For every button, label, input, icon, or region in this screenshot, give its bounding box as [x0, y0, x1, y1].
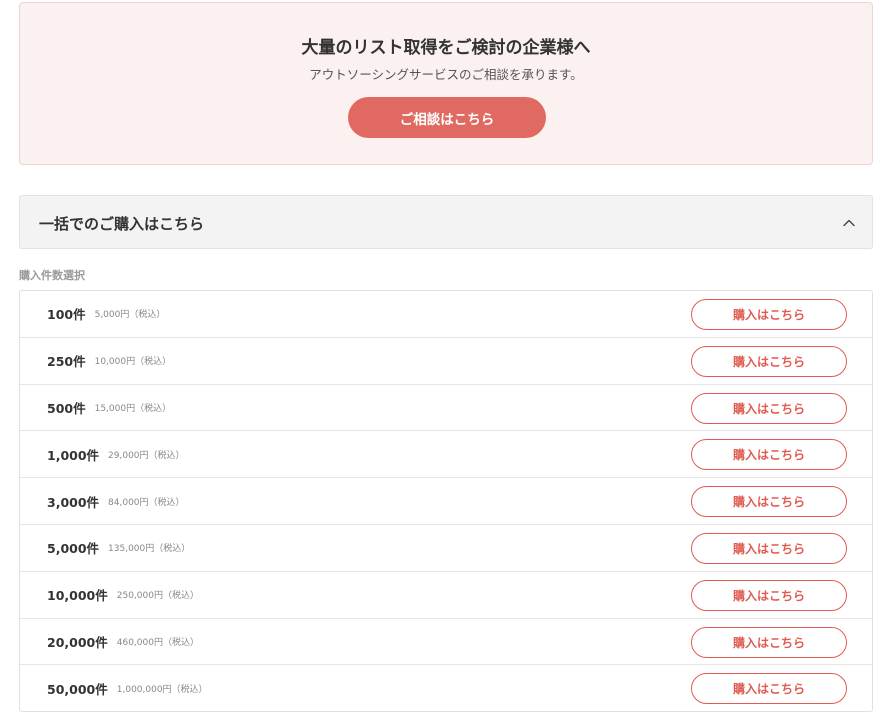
plan-row: 5,000件 135,000円（税込） 購入はこちら — [20, 525, 872, 572]
plan-row: 50,000件 1,000,000円（税込） 購入はこちら — [20, 665, 872, 712]
plan-price: 29,000円（税込） — [108, 450, 185, 461]
buy-button[interactable]: 購入はこちら — [691, 392, 847, 424]
plan-quantity: 250件 — [47, 354, 86, 370]
buy-button[interactable]: 購入はこちら — [691, 532, 847, 564]
plan-price: 84,000円（税込） — [108, 497, 185, 508]
plan-quantity: 500件 — [47, 400, 86, 416]
plan-row: 20,000件 460,000円（税込） 購入はこちら — [20, 619, 872, 666]
buy-button[interactable]: 購入はこちら — [691, 439, 847, 471]
consultation-button[interactable]: ご相談はこちら — [348, 97, 546, 138]
plan-quantity: 20,000件 — [47, 634, 108, 650]
plan-row: 3,000件 84,000円（税込） 購入はこちら — [20, 478, 872, 525]
buy-button[interactable]: 購入はこちら — [691, 626, 847, 658]
buy-button[interactable]: 購入はこちら — [691, 299, 847, 330]
plan-price: 10,000円（税込） — [94, 357, 172, 368]
plan-price: 1,000,000円（税込） — [116, 685, 208, 696]
consultation-subtitle: アウトソーシングサービスのご相談を承ります。 — [309, 67, 583, 82]
plan-row: 10,000件 250,000円（税込） 購入はこちら — [20, 572, 872, 619]
quantity-selection-label: 購入件数選択 — [19, 269, 85, 282]
consultation-title: 大量のリスト取得をご検討の企業様へ — [301, 38, 591, 58]
plan-list: 100件 5,000円（税込） 購入はこちら 250件 10,000円（税込） … — [19, 290, 873, 712]
plan-price: 5,000円（税込） — [94, 310, 166, 321]
consultation-banner: 大量のリスト取得をご検討の企業様へ アウトソーシングサービスのご相談を承ります。… — [19, 2, 873, 165]
plan-quantity: 3,000件 — [47, 494, 100, 510]
buy-button[interactable]: 購入はこちら — [691, 579, 847, 611]
plan-quantity: 50,000件 — [47, 682, 108, 698]
plan-price: 460,000円（税込） — [116, 637, 199, 648]
plan-price: 15,000円（税込） — [94, 403, 172, 414]
buy-button[interactable]: 購入はこちら — [691, 345, 847, 377]
chevron-up-icon[interactable] — [843, 217, 855, 229]
bulk-purchase-accordion-header[interactable]: 一括でのご購入はこちら — [19, 195, 873, 249]
buy-button[interactable]: 購入はこちら — [691, 486, 847, 518]
plan-quantity: 100件 — [47, 307, 86, 323]
plan-row: 1,000件 29,000円（税込） 購入はこちら — [20, 431, 872, 479]
plan-quantity: 5,000件 — [47, 541, 100, 557]
plan-price: 250,000円（税込） — [116, 591, 199, 602]
plan-row: 100件 5,000円（税込） 購入はこちら — [20, 291, 872, 338]
bulk-purchase-title: 一括でのご購入はこちら — [39, 215, 205, 233]
plan-quantity: 10,000件 — [47, 588, 108, 604]
buy-button[interactable]: 購入はこちら — [691, 673, 847, 705]
plan-quantity: 1,000件 — [47, 447, 100, 463]
plan-row: 500件 15,000円（税込） 購入はこちら — [20, 385, 872, 432]
plan-price: 135,000円（税込） — [108, 544, 191, 555]
plan-row: 250件 10,000円（税込） 購入はこちら — [20, 338, 872, 385]
